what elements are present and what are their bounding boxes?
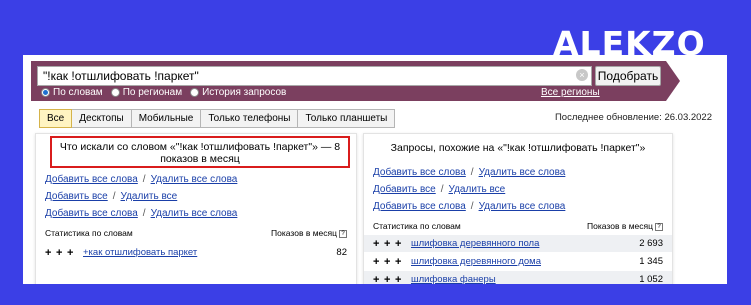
plus-icon[interactable]: +	[56, 247, 67, 259]
words-column: Что искали со словом «"!как !отшлифовать…	[35, 133, 357, 284]
shows-count: 82	[336, 247, 347, 258]
clear-icon[interactable]: ×	[576, 69, 588, 81]
words-column-title: Что искали со словом «"!как !отшлифовать…	[50, 136, 350, 168]
phrase-link[interactable]: +как отшлифовать паркет	[83, 247, 336, 258]
similar-column-title: Запросы, похожие на «"!как !отшлифовать …	[390, 142, 646, 154]
table-row: + + + шлифовка деревянного пола 2 693	[364, 235, 672, 252]
tab-all[interactable]: Все	[39, 109, 73, 128]
plus-icon[interactable]: +	[67, 247, 78, 259]
add-all-link[interactable]: Добавить все	[45, 191, 108, 202]
mode-by-regions[interactable]: По регионам	[110, 87, 183, 98]
actions-row: Добавить все слова / Удалить все слова	[45, 208, 238, 219]
tab-phones[interactable]: Только телефоны	[201, 109, 299, 128]
add-all-words-link[interactable]: Добавить все слова	[373, 167, 466, 178]
stats-label: Статистика по словам	[373, 221, 461, 231]
mode-by-words[interactable]: По словам	[41, 87, 103, 98]
shows-header: Показов в месяц?	[587, 221, 663, 231]
tab-tablets[interactable]: Только планшеты	[298, 109, 396, 128]
mode-label: По регионам	[122, 87, 183, 98]
add-all-words-link[interactable]: Добавить все слова	[373, 201, 466, 212]
actions-row: Добавить все слова / Удалить все слова	[373, 201, 566, 212]
actions-row: Добавить все / Удалить все	[373, 184, 506, 195]
shows-label: Показов в месяц	[271, 228, 337, 238]
plus-icon[interactable]: +	[373, 238, 384, 250]
similar-column: Запросы, похожие на «"!как !отшлифовать …	[363, 133, 673, 284]
help-icon[interactable]: ?	[655, 222, 663, 231]
last-updated: Последнее обновление: 26.03.2022	[554, 112, 712, 123]
stats-label: Статистика по словам	[45, 228, 133, 238]
plus-icon[interactable]: +	[384, 256, 395, 268]
regions-link[interactable]: Все регионы	[541, 87, 600, 98]
shows-count: 1 345	[639, 256, 663, 267]
table-row: + + + шлифовка фанеры 1 052	[364, 271, 672, 284]
device-tabs: Все Десктопы Мобильные Только телефоны Т…	[39, 109, 396, 128]
plus-icon[interactable]: +	[384, 238, 395, 250]
remove-all-words-link[interactable]: Удалить все слова	[479, 167, 566, 178]
add-all-link[interactable]: Добавить все	[373, 184, 436, 195]
stats-header: Статистика по словам Показов в месяц?	[45, 228, 347, 238]
tab-desktops[interactable]: Десктопы	[72, 109, 132, 128]
radio-icon[interactable]	[190, 88, 200, 97]
shows-count: 2 693	[639, 238, 663, 249]
stats-header: Статистика по словам Показов в месяц?	[373, 221, 663, 231]
mode-label: По словам	[53, 87, 103, 98]
remove-all-words-link[interactable]: Удалить все слова	[151, 208, 238, 219]
help-icon[interactable]: ?	[339, 229, 347, 238]
shows-header: Показов в месяц?	[271, 228, 347, 238]
phrase-link[interactable]: шлифовка деревянного дома	[411, 256, 639, 267]
search-button[interactable]: Подобрать	[595, 66, 661, 86]
actions-row: Добавить все слова / Удалить все слова	[45, 174, 238, 185]
shows-count: 1 052	[639, 274, 663, 284]
tab-mobile[interactable]: Мобильные	[131, 109, 202, 128]
plus-icon[interactable]: +	[384, 274, 395, 285]
radio-icon[interactable]	[110, 88, 120, 97]
search-bar-arrow	[666, 61, 680, 101]
plus-icon[interactable]: +	[373, 274, 384, 285]
add-all-words-link[interactable]: Добавить все слова	[45, 208, 138, 219]
remove-all-link[interactable]: Удалить все	[121, 191, 178, 202]
radio-icon[interactable]	[41, 88, 50, 97]
plus-icon[interactable]: +	[395, 274, 406, 285]
remove-all-link[interactable]: Удалить все	[449, 184, 506, 195]
plus-icon[interactable]: +	[373, 256, 384, 268]
mode-history[interactable]: История запросов	[190, 87, 286, 98]
table-row: + + + +как отшлифовать паркет 82	[36, 244, 356, 261]
wordstat-panel: "!как !отшлифовать !паркет" × Подобрать …	[23, 55, 727, 284]
phrase-link[interactable]: шлифовка деревянного пола	[411, 238, 639, 249]
search-mode-group: По словам По регионам История запросов	[41, 87, 286, 98]
phrase-link[interactable]: шлифовка фанеры	[411, 274, 639, 284]
actions-row: Добавить все слова / Удалить все слова	[373, 167, 566, 178]
add-all-words-link[interactable]: Добавить все слова	[45, 174, 138, 185]
remove-all-words-link[interactable]: Удалить все слова	[479, 201, 566, 212]
search-bar: "!как !отшлифовать !паркет" × Подобрать …	[23, 55, 727, 101]
search-input[interactable]: "!как !отшлифовать !паркет"	[37, 66, 592, 86]
mode-label: История запросов	[202, 87, 287, 98]
plus-icon[interactable]: +	[395, 238, 406, 250]
actions-row: Добавить все / Удалить все	[45, 191, 178, 202]
shows-label: Показов в месяц	[587, 221, 653, 231]
plus-icon[interactable]: +	[45, 247, 56, 259]
remove-all-words-link[interactable]: Удалить все слова	[151, 174, 238, 185]
table-row: + + + шлифовка деревянного дома 1 345	[364, 253, 672, 270]
plus-icon[interactable]: +	[395, 256, 406, 268]
